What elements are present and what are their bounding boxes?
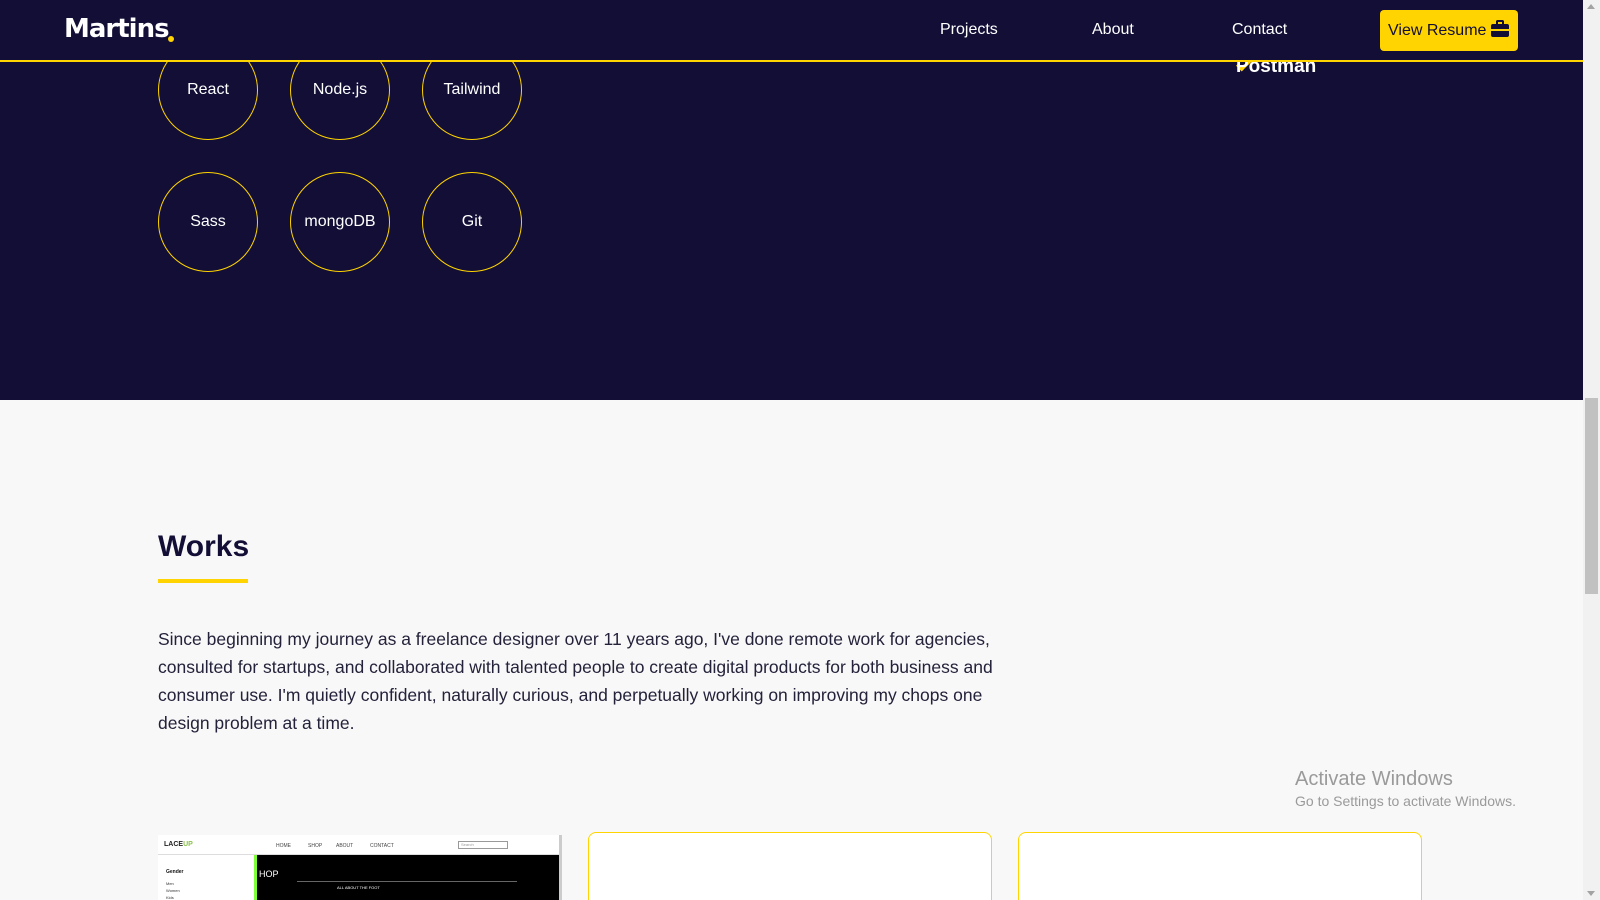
works-heading-underline [158, 579, 248, 583]
nav-link-about[interactable]: About [1092, 21, 1134, 39]
skill-circle-sass: Sass [158, 172, 258, 272]
preview-sidebar: Gender Men Women Kids [158, 855, 254, 900]
scroll-up-arrow-icon[interactable] [1587, 4, 1595, 9]
preview-nav-shop: SHOP [308, 843, 323, 849]
view-resume-label: View Resume [1388, 22, 1487, 39]
project-card-2[interactable] [588, 832, 992, 900]
works-heading: Works [158, 530, 250, 563]
preview-sidebar-title: Gender [166, 869, 184, 875]
scroll-down-arrow-icon[interactable] [1587, 891, 1595, 896]
scroll-thumb[interactable] [1585, 398, 1598, 594]
site-logo[interactable]: Martins [64, 14, 170, 44]
top-navbar: Martins Projects About Contact View Resu… [0, 0, 1583, 62]
preview-nav-about: ABOUT [336, 843, 354, 849]
preview-option: Women [166, 888, 180, 893]
view-resume-button[interactable]: View Resume [1380, 10, 1518, 51]
preview-brand: LACEUP [164, 841, 193, 848]
skill-circle-git: Git [422, 172, 522, 272]
briefcase-icon [1491, 20, 1509, 37]
preview-brand-a: LACE [164, 841, 184, 848]
preview-hero-sub: ALL ABOUT THE FOOT [337, 885, 380, 890]
preview-divider [297, 881, 517, 882]
windows-watermark-title: Activate Windows [1295, 768, 1453, 790]
nav-link-projects[interactable]: Projects [940, 21, 998, 39]
preview-option: Kids [166, 895, 174, 900]
logo-dot [168, 36, 174, 42]
vertical-scrollbar[interactable] [1583, 0, 1600, 900]
project-card-1[interactable]: LACEUP HOME SHOP ABOUT CONTACT Search Ge… [158, 835, 562, 900]
project-card-3[interactable] [1018, 832, 1422, 900]
preview-hero: HOP ALL ABOUT THE FOOT [254, 855, 559, 900]
preview-header: LACEUP HOME SHOP ABOUT CONTACT Search [158, 835, 559, 855]
works-description: Since beginning my journey as a freelanc… [158, 629, 993, 733]
preview-nav-contact: CONTACT [370, 843, 394, 849]
preview-nav-home: HOME [276, 843, 291, 849]
skill-circle-mongodb: mongoDB [290, 172, 390, 272]
preview-brand-b: UP [183, 841, 193, 848]
preview-option: Men [166, 881, 174, 886]
nav-link-contact[interactable]: Contact [1232, 21, 1287, 39]
preview-hero-text: HOP [259, 869, 279, 879]
preview-search: Search [458, 841, 508, 849]
windows-watermark-subtitle: Go to Settings to activate Windows. [1295, 793, 1516, 809]
